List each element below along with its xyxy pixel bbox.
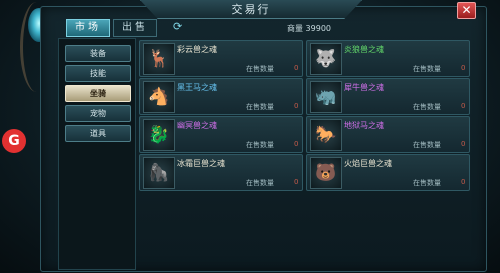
sidebar-item-pets[interactable]: 宠物 xyxy=(65,105,131,122)
item-name: 黑王马之魂 xyxy=(177,83,217,92)
mount-icon: 🐻 xyxy=(310,157,342,189)
stock-label: 在售数量 xyxy=(246,179,274,187)
item-name: 炎狼兽之魂 xyxy=(344,45,384,54)
item-name: 冰霜巨兽之魂 xyxy=(177,159,225,168)
stock-label: 在售数量 xyxy=(246,141,274,149)
item-name: 犀牛兽之魂 xyxy=(344,83,384,92)
category-sidebar: 装备 技能 坐骑 宠物 道具 xyxy=(58,38,136,270)
item-card[interactable]: 🦌 彩云兽之魂 在售数量 0 xyxy=(139,40,303,77)
stock-label: 在售数量 xyxy=(246,65,274,73)
item-card[interactable]: 🐴 黑王马之魂 在售数量 0 xyxy=(139,78,303,115)
stock-count: 0 xyxy=(461,178,466,186)
stock-label: 在售数量 xyxy=(246,103,274,111)
stock-count: 0 xyxy=(461,64,466,72)
stock-label: 在售数量 xyxy=(413,65,441,73)
mount-icon: 🐺 xyxy=(310,43,342,75)
sidebar-item-mounts[interactable]: 坐骑 xyxy=(65,85,131,102)
stock-label: 在售数量 xyxy=(413,141,441,149)
app-logo-icon[interactable]: G xyxy=(2,129,26,153)
tab-sell[interactable]: 出售 xyxy=(113,19,157,37)
mount-icon: 🐎 xyxy=(310,119,342,151)
currency-label: 商量 xyxy=(287,24,303,33)
currency-display: 商量 39900 xyxy=(287,23,331,34)
item-name: 地狱马之魂 xyxy=(344,121,384,130)
stock-count: 0 xyxy=(461,140,466,148)
mount-icon: 🐴 xyxy=(143,81,175,113)
stock-label: 在售数量 xyxy=(413,103,441,111)
item-card[interactable]: 🐺 炎狼兽之魂 在售数量 0 xyxy=(306,40,470,77)
item-name: 彩云兽之魂 xyxy=(177,45,217,54)
mount-icon: 🦌 xyxy=(143,43,175,75)
item-card[interactable]: 🦏 犀牛兽之魂 在售数量 0 xyxy=(306,78,470,115)
stock-label: 在售数量 xyxy=(413,179,441,187)
item-card[interactable]: 🐻 火焰巨兽之魂 在售数量 0 xyxy=(306,154,470,191)
stock-count: 0 xyxy=(294,140,299,148)
sidebar-item-items[interactable]: 道具 xyxy=(65,125,131,142)
refresh-icon[interactable]: ⟳ xyxy=(173,20,185,33)
item-name: 火焰巨兽之魂 xyxy=(344,159,392,168)
stock-count: 0 xyxy=(294,64,299,72)
mount-icon: 🦍 xyxy=(143,157,175,189)
item-card[interactable]: 🐎 地狱马之魂 在售数量 0 xyxy=(306,116,470,153)
item-card[interactable]: 🦍 冰霜巨兽之魂 在售数量 0 xyxy=(139,154,303,191)
mount-icon: 🦏 xyxy=(310,81,342,113)
window-title: 交易行 xyxy=(140,0,362,19)
stock-count: 0 xyxy=(294,102,299,110)
sidebar-item-skills[interactable]: 技能 xyxy=(65,65,131,82)
sidebar-item-equipment[interactable]: 装备 xyxy=(65,45,131,62)
item-name: 幽冥兽之魂 xyxy=(177,121,217,130)
item-grid: 🦌 彩云兽之魂 在售数量 0 🐺 炎狼兽之魂 在售数量 0 🐴 黑王马之魂 在售… xyxy=(136,38,476,193)
stock-count: 0 xyxy=(461,102,466,110)
close-button[interactable]: ✕ xyxy=(457,2,476,19)
mount-icon: 🐉 xyxy=(143,119,175,151)
item-card[interactable]: 🐉 幽冥兽之魂 在售数量 0 xyxy=(139,116,303,153)
market-tabs: 市场 出售 xyxy=(66,19,157,37)
currency-value: 39900 xyxy=(305,24,331,33)
stock-count: 0 xyxy=(294,178,299,186)
tab-market[interactable]: 市场 xyxy=(66,19,110,37)
